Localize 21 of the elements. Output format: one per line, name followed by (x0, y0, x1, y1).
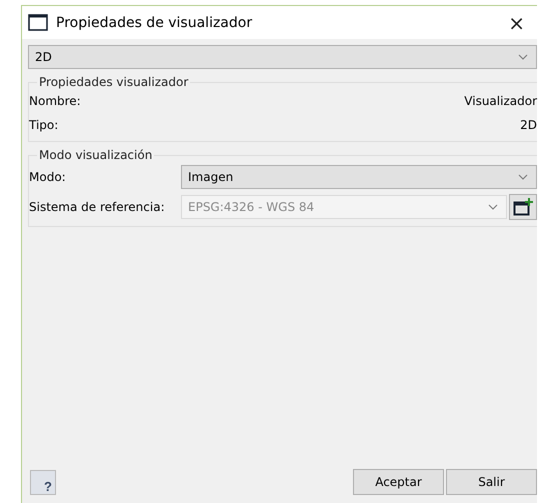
window-title: Propiedades de visualizador (56, 14, 254, 30)
dialog-button[interactable]: Salir (446, 469, 537, 495)
view-dropdown[interactable]: 2D (28, 45, 537, 69)
window-plus-icon (513, 198, 533, 216)
field-value: Visualizador (464, 94, 537, 108)
field-value: 2D (520, 118, 537, 132)
field-label: Modo: (29, 170, 67, 184)
add-window-button[interactable] (509, 194, 537, 220)
dropdown-field[interactable]: Imagen (181, 165, 537, 189)
chevron-down-icon (488, 204, 498, 210)
chevron-down-icon (518, 54, 528, 60)
field-label: Sistema de referencia: (29, 200, 166, 214)
dialog-button[interactable]: Aceptar (353, 469, 444, 495)
chevron-down-icon (518, 174, 528, 180)
window-icon (28, 14, 48, 31)
close-button[interactable]: × (504, 10, 529, 34)
field-label: Nombre: (29, 94, 82, 108)
group-title: Modo visualización (38, 148, 154, 162)
field-label: Tipo: (29, 118, 60, 132)
help-button[interactable]: ? (30, 470, 56, 494)
group-title: Propiedades visualizador (38, 75, 190, 89)
